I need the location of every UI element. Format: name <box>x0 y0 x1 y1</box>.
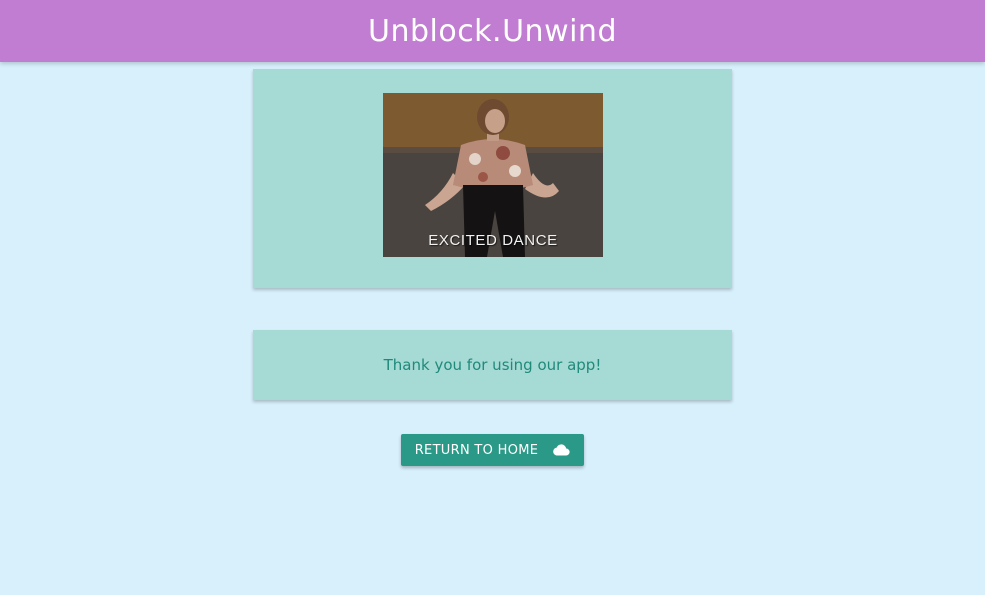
gif-card: EXCITED DANCE <box>253 69 732 288</box>
gif-caption: EXCITED DANCE <box>428 232 558 249</box>
cloud-icon <box>552 444 570 456</box>
app-title: Unblock.Unwind <box>367 13 617 49</box>
return-to-home-label: RETURN TO HOME <box>414 442 539 458</box>
app-header: Unblock.Unwind <box>0 0 985 62</box>
excited-dance-gif: EXCITED DANCE <box>383 93 603 257</box>
thank-you-message: Thank you for using our app! <box>383 356 602 374</box>
return-to-home-button[interactable]: RETURN TO HOME <box>401 434 584 466</box>
message-card: Thank you for using our app! <box>253 330 732 400</box>
